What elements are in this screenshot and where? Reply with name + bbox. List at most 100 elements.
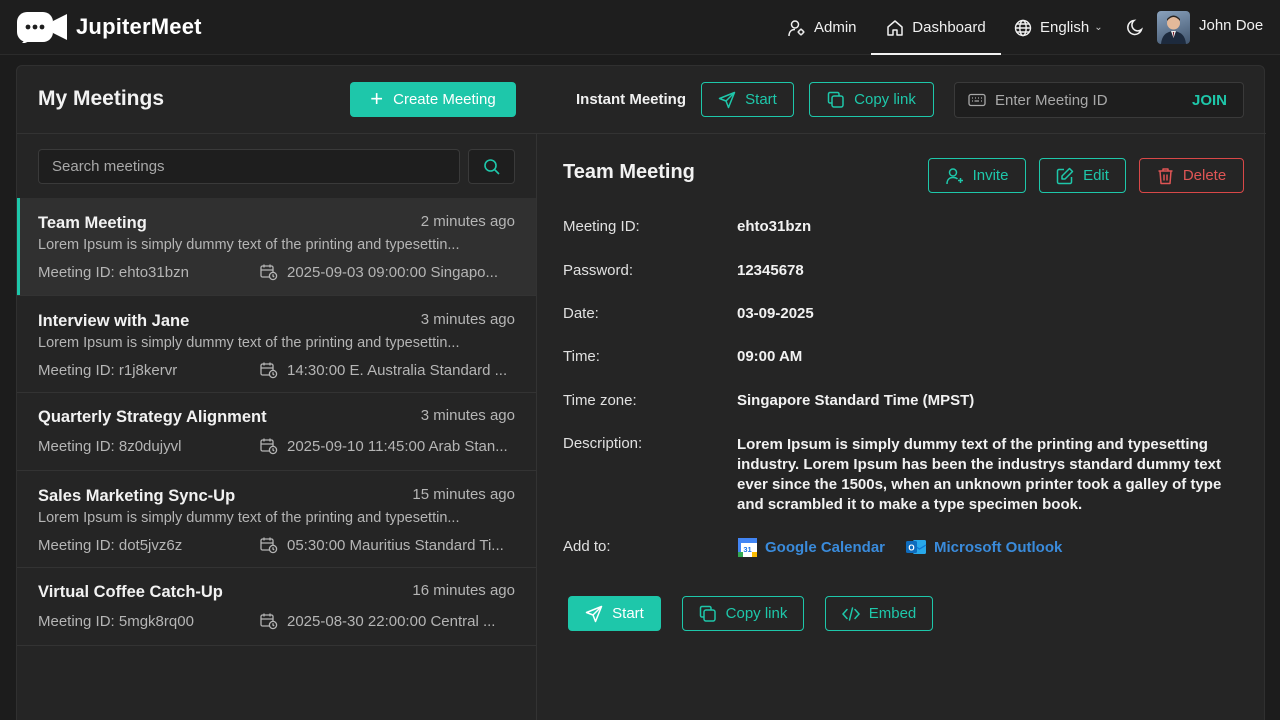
top-navbar: JupiterMeet Admin Dashboard English ⌄ Jo…	[0, 0, 1280, 55]
calendar-clock-icon	[260, 264, 278, 281]
embed-label: Embed	[868, 605, 917, 622]
meeting-id-label: Meeting ID:	[563, 218, 640, 235]
meeting-schedule-text: 14:30:00 E. Australia Standard ...	[287, 361, 508, 379]
add-to-label: Add to:	[563, 538, 611, 555]
calendar-clock-icon	[260, 438, 278, 455]
meeting-schedule: 05:30:00 Mauritius Standard Ti...	[260, 536, 504, 554]
trash-icon	[1158, 167, 1173, 184]
meeting-schedule-text: 2025-09-10 11:45:00 Arab Stan...	[287, 437, 508, 455]
instant-start-label: Start	[745, 91, 777, 108]
copy-link-button[interactable]: Copy link	[682, 596, 804, 631]
user-name: John Doe	[1199, 17, 1264, 34]
nav-dashboard[interactable]: Dashboard	[871, 0, 1001, 55]
start-meeting-button[interactable]: Start	[568, 596, 661, 631]
meeting-time-ago: 2 minutes ago	[420, 213, 515, 230]
meeting-id: Meeting ID: ehto31bzn	[38, 264, 189, 281]
avatar	[1157, 11, 1190, 44]
start-meeting-label: Start	[612, 605, 644, 622]
code-icon	[841, 606, 860, 621]
card-header: My Meetings + Create Meeting Instant Mee…	[17, 66, 1266, 134]
home-icon	[887, 19, 904, 36]
meeting-id-value: ehto31bzn	[737, 218, 812, 235]
user-gear-icon	[788, 19, 805, 36]
meeting-schedule: 2025-09-10 11:45:00 Arab Stan...	[260, 437, 508, 455]
list-item[interactable]: Team Meeting 2 minutes ago Lorem Ipsum i…	[17, 198, 536, 296]
meeting-schedule-text: 2025-08-30 22:00:00 Central ...	[287, 612, 496, 630]
embed-button[interactable]: Embed	[825, 596, 933, 631]
meeting-description: Lorem Ipsum is simply dummy text of the …	[38, 237, 460, 253]
edit-label: Edit	[1083, 167, 1109, 184]
details-title: Team Meeting	[563, 161, 695, 183]
language-selector[interactable]: English ⌄	[1014, 0, 1103, 55]
meeting-time-ago: 16 minutes ago	[412, 582, 515, 599]
edit-button[interactable]: Edit	[1039, 158, 1126, 193]
password-label: Password:	[563, 262, 634, 279]
list-item[interactable]: Quarterly Strategy Alignment 3 minutes a…	[17, 393, 536, 471]
microsoft-outlook-link[interactable]: O Microsoft Outlook	[905, 537, 1062, 557]
logo-camera-icon	[17, 12, 67, 43]
time-label: Time:	[563, 348, 600, 365]
theme-toggle[interactable]	[1126, 0, 1153, 55]
join-meeting-box: JOIN	[954, 82, 1244, 118]
page-title: My Meetings	[38, 87, 165, 110]
meeting-id-input[interactable]	[995, 83, 1175, 117]
meeting-title: Quarterly Strategy Alignment	[38, 408, 267, 426]
meeting-time-ago: 3 minutes ago	[420, 407, 515, 424]
active-tab-indicator	[871, 53, 1001, 55]
app-logo[interactable]: JupiterMeet	[16, 11, 202, 43]
search-input[interactable]	[39, 150, 459, 183]
meeting-description: Lorem Ipsum is simply dummy text of the …	[38, 510, 460, 526]
meeting-id: Meeting ID: dot5jvz6z	[38, 537, 183, 554]
meeting-schedule: 2025-08-30 22:00:00 Central ...	[260, 612, 495, 630]
calendar-clock-icon	[260, 613, 278, 630]
google-calendar-link[interactable]: 31 Google Calendar	[737, 537, 885, 558]
nav-dashboard-label: Dashboard	[912, 19, 986, 36]
meeting-description: Lorem Ipsum is simply dummy text of the …	[38, 335, 460, 351]
invite-button[interactable]: Invite	[928, 158, 1026, 193]
instant-copy-link-label: Copy link	[854, 91, 916, 108]
google-calendar-label: Google Calendar	[765, 539, 886, 556]
meeting-schedule-text: 05:30:00 Mauritius Standard Ti...	[287, 536, 504, 554]
invite-label: Invite	[972, 167, 1009, 184]
list-item[interactable]: Virtual Coffee Catch-Up 16 minutes ago M…	[17, 568, 536, 646]
meeting-time-ago: 3 minutes ago	[420, 311, 515, 328]
delete-button[interactable]: Delete	[1139, 158, 1244, 193]
meeting-details-panel: Team Meeting Invite Edit Delete Meeting	[538, 134, 1265, 720]
copy-link-label: Copy link	[725, 605, 788, 622]
timezone-label: Time zone:	[563, 392, 637, 409]
join-button[interactable]: JOIN	[1192, 92, 1227, 109]
keyboard-icon	[968, 93, 986, 107]
language-label: English	[1040, 19, 1090, 36]
instant-start-button[interactable]: Start	[701, 82, 794, 117]
meeting-id: Meeting ID: 5mgk8rq00	[38, 613, 194, 630]
nav-admin[interactable]: Admin	[788, 0, 857, 55]
meeting-schedule-text: 2025-09-03 09:00:00 Singapo...	[287, 263, 499, 281]
meeting-id: Meeting ID: r1j8kervr	[38, 362, 178, 379]
meeting-title: Team Meeting	[38, 214, 147, 232]
outlook-icon: O	[906, 540, 927, 554]
plus-icon: +	[370, 85, 384, 111]
outlook-icon-text: O	[908, 544, 914, 553]
list-item[interactable]: Sales Marketing Sync-Up 15 minutes ago L…	[17, 471, 536, 568]
date-label: Date:	[563, 305, 599, 322]
meeting-title: Virtual Coffee Catch-Up	[38, 583, 223, 601]
microsoft-outlook-label: Microsoft Outlook	[934, 538, 1063, 556]
moon-icon	[1127, 19, 1143, 36]
instant-copy-link-button[interactable]: Copy link	[809, 82, 934, 117]
meeting-time-ago: 15 minutes ago	[412, 486, 515, 503]
time-value: 09:00 AM	[737, 348, 803, 365]
delete-label: Delete	[1182, 167, 1227, 184]
description-value: Lorem Ipsum is simply dummy text of the …	[737, 436, 1222, 513]
list-item[interactable]: Interview with Jane 3 minutes ago Lorem …	[17, 296, 536, 393]
date-value: 03-09-2025	[737, 305, 814, 322]
timezone-value: Singapore Standard Time (MPST)	[737, 392, 975, 409]
description-label: Description:	[563, 435, 643, 452]
search-button[interactable]	[468, 149, 515, 184]
create-meeting-button[interactable]: + Create Meeting	[350, 82, 516, 117]
user-menu[interactable]: John Doe	[1157, 11, 1263, 44]
meeting-schedule: 14:30:00 E. Australia Standard ...	[260, 361, 507, 379]
user-plus-icon	[945, 167, 963, 184]
send-icon	[718, 91, 736, 108]
create-meeting-label: Create Meeting	[393, 91, 496, 108]
chevron-down-icon: ⌄	[1094, 22, 1103, 33]
